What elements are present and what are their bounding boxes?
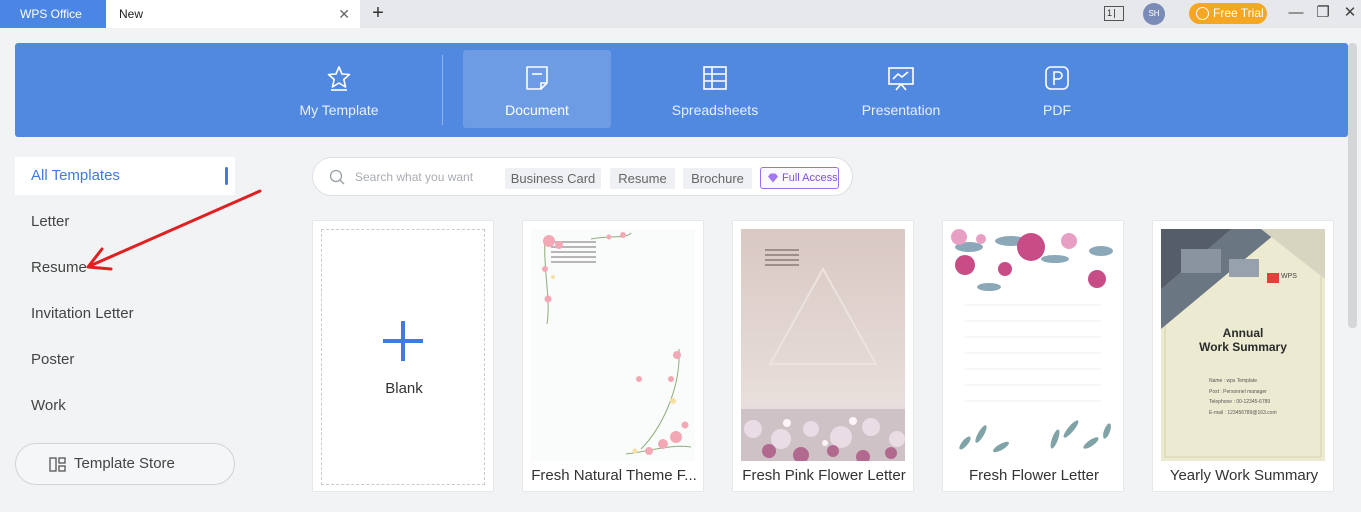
annotation-arrow-icon xyxy=(86,189,262,271)
diamond-icon xyxy=(768,173,778,183)
category-banner: My Template Document Spreadsheets Presen… xyxy=(15,43,1348,137)
spreadsheet-icon xyxy=(703,66,727,90)
summary-field: Name : wps Template xyxy=(1209,378,1257,384)
document-icon xyxy=(526,66,548,90)
sidebar-item-work[interactable]: Work xyxy=(15,387,235,425)
template-card[interactable]: Fresh Flower Letter xyxy=(942,220,1124,492)
close-tab-icon[interactable]: ✕ xyxy=(338,0,350,28)
tab-new-label: New xyxy=(119,7,144,21)
template-card-label: Fresh Natural Theme F... xyxy=(531,467,697,484)
full-access-button[interactable]: Full Access xyxy=(760,167,839,189)
free-trial-button[interactable]: Free Trial xyxy=(1189,3,1267,24)
category-presentation[interactable]: Presentation xyxy=(827,50,975,128)
search-icon[interactable] xyxy=(329,169,345,185)
tab-wps-office[interactable]: WPS Office xyxy=(0,0,106,28)
blank-label: Blank xyxy=(385,380,423,397)
category-label: Document xyxy=(505,102,569,118)
sidebar-item-poster[interactable]: Poster xyxy=(15,341,235,379)
template-card[interactable]: WPS Annual Work Summary Name : wps Templ… xyxy=(1152,220,1334,492)
tab-new[interactable]: New ✕ xyxy=(106,0,360,28)
template-card-label: Fresh Pink Flower Letter xyxy=(742,467,906,484)
template-thumbnail xyxy=(951,229,1115,461)
category-my-template[interactable]: My Template xyxy=(265,50,413,128)
chip-business-card[interactable]: Business Card xyxy=(505,168,601,189)
sidebar-item-invitation-letter[interactable]: Invitation Letter xyxy=(15,295,235,333)
store-icon xyxy=(49,457,66,472)
template-card-label: Yearly Work Summary xyxy=(1169,467,1319,484)
summary-heading: Annual Work Summary xyxy=(1161,326,1325,354)
template-card-blank[interactable]: Blank xyxy=(312,220,494,492)
star-template-icon xyxy=(327,66,351,91)
template-store-button[interactable]: Template Store xyxy=(15,443,235,485)
summary-field: E-mail : 123456789@163.com xyxy=(1209,409,1277,416)
template-store-label: Template Store xyxy=(74,455,175,472)
crown-icon xyxy=(1196,7,1209,20)
category-label: Spreadsheets xyxy=(671,102,759,118)
chip-resume[interactable]: Resume xyxy=(610,168,675,189)
window-layout-icon[interactable]: 1 xyxy=(1104,6,1124,21)
close-window-icon[interactable]: ✕ xyxy=(1340,0,1360,28)
summary-brand: WPS xyxy=(1281,273,1297,280)
scrollbar[interactable] xyxy=(1348,43,1357,328)
summary-field: Telephone : 00-12345-6789 xyxy=(1209,399,1271,405)
template-card[interactable]: Fresh Pink Flower Letter xyxy=(732,220,914,492)
divider xyxy=(442,55,443,125)
category-label: My Template xyxy=(299,102,379,118)
summary-fields: Name : wps Template Post : Personnel man… xyxy=(1209,376,1277,418)
restore-icon[interactable]: ❐ xyxy=(1313,0,1333,28)
category-label: PDF xyxy=(1043,102,1071,118)
template-thumbnail xyxy=(531,229,695,461)
presentation-icon xyxy=(888,67,914,91)
template-thumbnail xyxy=(741,229,905,461)
avatar[interactable]: SH xyxy=(1143,3,1165,25)
pdf-icon xyxy=(1045,66,1069,90)
category-document[interactable]: Document xyxy=(463,50,611,128)
free-trial-label: Free Trial xyxy=(1213,6,1264,20)
summary-heading-line1: Annual xyxy=(1222,326,1264,340)
blank-placeholder: Blank xyxy=(321,229,485,485)
template-thumbnail: WPS Annual Work Summary Name : wps Templ… xyxy=(1161,229,1325,461)
add-tab-icon[interactable]: + xyxy=(368,0,388,28)
category-spreadsheets[interactable]: Spreadsheets xyxy=(641,50,789,128)
category-pdf[interactable]: PDF xyxy=(983,50,1131,128)
template-card-label: Fresh Flower Letter xyxy=(968,467,1100,484)
category-label: Presentation xyxy=(861,102,941,118)
plus-icon xyxy=(383,321,423,361)
summary-field: Post : Personnel manager xyxy=(1209,388,1267,395)
minimize-icon[interactable]: — xyxy=(1286,0,1306,28)
chip-brochure[interactable]: Brochure xyxy=(683,168,752,189)
full-access-label: Full Access xyxy=(782,172,838,184)
title-bar: WPS Office New ✕ + 1 SH Free Trial — ❐ ✕ xyxy=(0,0,1361,28)
template-search-bar: Business Card Resume Brochure Full Acces… xyxy=(312,157,853,196)
template-card[interactable]: Fresh Natural Theme F... xyxy=(522,220,704,492)
summary-heading-line2: Work Summary xyxy=(1199,340,1287,354)
search-input[interactable] xyxy=(355,166,495,188)
